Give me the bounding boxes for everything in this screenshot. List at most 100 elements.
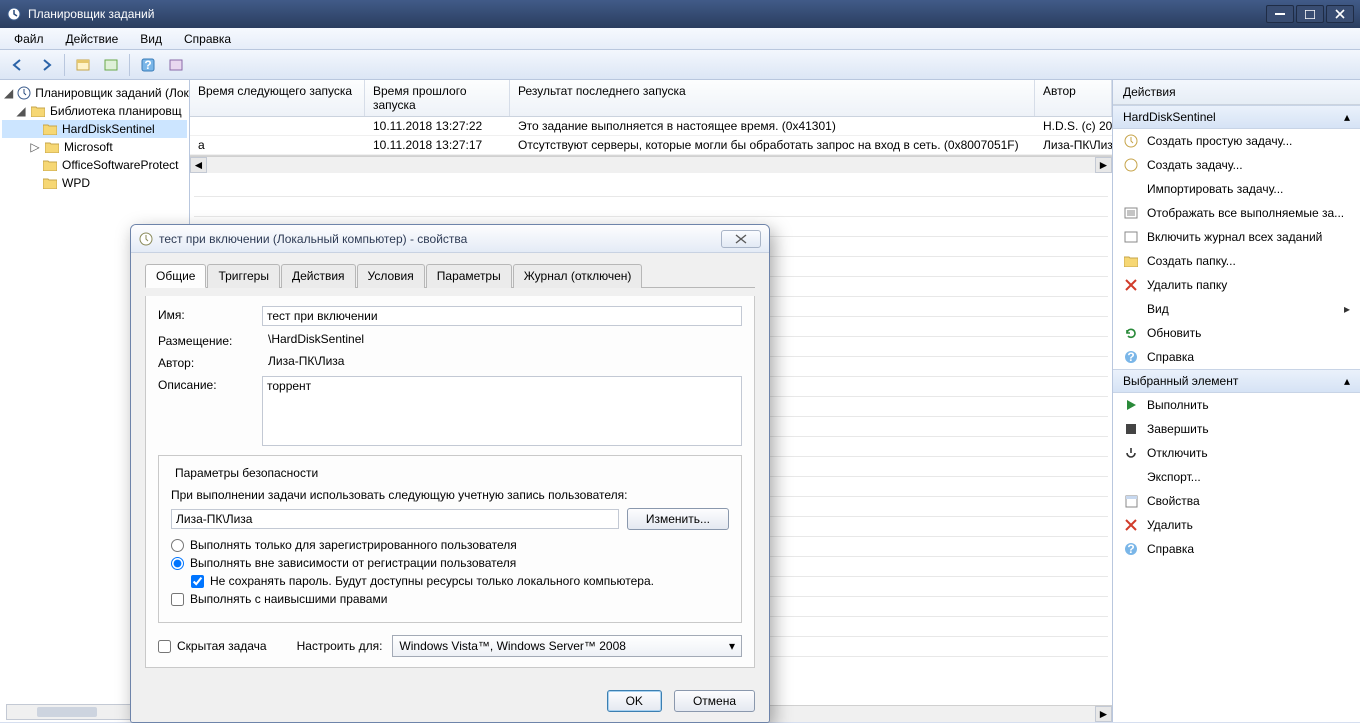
change-user-button[interactable]: Изменить... [627, 508, 729, 530]
name-input[interactable] [262, 306, 742, 326]
action-refresh[interactable]: Обновить [1113, 321, 1360, 345]
grid-hscrollbar[interactable]: ◄ ► [190, 156, 1112, 173]
tree-item-microsoft[interactable]: ▷ Microsoft [2, 138, 187, 156]
blank-icon [1123, 181, 1139, 197]
dialog-tabs: Общие Триггеры Действия Условия Параметр… [145, 263, 755, 288]
grid-header: Время следующего запуска Время прошлого … [190, 80, 1112, 117]
table-row[interactable]: a 10.11.2018 13:27:17 Отсутствуют сервер… [190, 136, 1112, 155]
delete-icon [1123, 277, 1139, 293]
table-row[interactable]: 10.11.2018 13:27:22 Это задание выполняе… [190, 117, 1112, 136]
properties-icon [1123, 493, 1139, 509]
collapse-icon: ▴ [1344, 374, 1350, 388]
tab-settings[interactable]: Параметры [426, 264, 512, 288]
folder-icon [44, 139, 60, 155]
help-button[interactable]: ? [136, 53, 160, 77]
col-result[interactable]: Результат последнего запуска [510, 80, 1035, 116]
svg-text:?: ? [1127, 542, 1134, 556]
window-titlebar: Планировщик заданий [0, 0, 1360, 28]
folder-icon [42, 121, 58, 137]
col-author[interactable]: Автор [1035, 80, 1112, 116]
tree-root[interactable]: ◢ Планировщик заданий (Лок [2, 84, 187, 102]
task-grid: Время следующего запуска Время прошлого … [190, 80, 1112, 156]
action-export[interactable]: Экспорт... [1113, 465, 1360, 489]
action-disable[interactable]: Отключить [1113, 441, 1360, 465]
label-name: Имя: [158, 306, 262, 322]
actions-header: Действия [1113, 80, 1360, 105]
menu-action[interactable]: Действие [58, 30, 127, 48]
label-location: Размещение: [158, 332, 268, 348]
tree-item-harddisksentinel[interactable]: HardDiskSentinel [2, 120, 187, 138]
action-new-folder[interactable]: Создать папку... [1113, 249, 1360, 273]
description-input[interactable] [262, 376, 742, 446]
blank-icon [1123, 301, 1139, 317]
configure-for-select[interactable]: Windows Vista™, Windows Server™ 2008 ▾ [392, 635, 742, 657]
ok-button[interactable]: OK [607, 690, 662, 712]
scroll-left-icon[interactable]: ◄ [190, 157, 207, 173]
tree-library[interactable]: ◢ Библиотека планировщ [2, 102, 187, 120]
tab-history[interactable]: Журнал (отключен) [513, 264, 643, 288]
menu-bar: Файл Действие Вид Справка [0, 28, 1360, 50]
action-create-basic-task[interactable]: Создать простую задачу... [1113, 129, 1360, 153]
folder-icon [30, 103, 46, 119]
toolbar: ? [0, 50, 1360, 80]
label-author: Автор: [158, 354, 268, 370]
tree-item-wpd[interactable]: WPD [2, 174, 187, 192]
dialog-close-button[interactable] [721, 230, 761, 248]
action-show-running[interactable]: Отображать все выполняемые за... [1113, 201, 1360, 225]
menu-file[interactable]: Файл [6, 30, 52, 48]
tab-conditions[interactable]: Условия [357, 264, 425, 288]
chevron-down-icon: ▾ [729, 639, 735, 653]
action-end[interactable]: Завершить [1113, 417, 1360, 441]
delete-icon [1123, 517, 1139, 533]
action-properties[interactable]: Свойства [1113, 489, 1360, 513]
tab-pane-general: Имя: Размещение: \HardDiskSentinel Автор… [145, 296, 755, 668]
window-title: Планировщик заданий [28, 7, 1266, 21]
scroll-right-icon[interactable]: ► [1095, 706, 1112, 722]
tab-general[interactable]: Общие [145, 264, 206, 288]
action-run[interactable]: Выполнить [1113, 393, 1360, 417]
menu-view[interactable]: Вид [132, 30, 170, 48]
maximize-button[interactable] [1296, 5, 1324, 23]
col-next-run[interactable]: Время следующего запуска [190, 80, 365, 116]
toolbar-icon-2[interactable] [99, 53, 123, 77]
actions-section-selected[interactable]: Выбранный элемент ▴ [1113, 369, 1360, 393]
toolbar-icon-1[interactable] [71, 53, 95, 77]
list-icon [1123, 205, 1139, 221]
submenu-arrow-icon: ▸ [1344, 302, 1350, 316]
tab-triggers[interactable]: Триггеры [207, 264, 280, 288]
col-last-run[interactable]: Время прошлого запуска [365, 80, 510, 116]
forward-button[interactable] [34, 53, 58, 77]
radio-logged-on[interactable]: Выполнять только для зарегистрированного… [171, 538, 729, 552]
dialog-title: тест при включении (Локальный компьютер)… [159, 232, 721, 246]
folder-icon [42, 157, 58, 173]
tree-item-officesoftware[interactable]: OfficeSoftwareProtect [2, 156, 187, 174]
scroll-right-icon[interactable]: ► [1095, 157, 1112, 173]
help-icon: ? [1123, 349, 1139, 365]
menu-help[interactable]: Справка [176, 30, 239, 48]
disable-icon [1123, 445, 1139, 461]
check-hidden[interactable]: Скрытая задача [158, 639, 267, 653]
action-help[interactable]: ?Справка [1113, 345, 1360, 369]
action-view[interactable]: Вид▸ [1113, 297, 1360, 321]
minimize-button[interactable] [1266, 5, 1294, 23]
check-no-password[interactable]: Не сохранять пароль. Будут доступны ресу… [191, 574, 729, 588]
action-create-task[interactable]: Создать задачу... [1113, 153, 1360, 177]
tab-actions[interactable]: Действия [281, 264, 356, 288]
wizard-icon [1123, 133, 1139, 149]
check-highest-priv[interactable]: Выполнять с наивысшими правами [171, 592, 729, 606]
action-import-task[interactable]: Импортировать задачу... [1113, 177, 1360, 201]
help-icon: ? [1123, 541, 1139, 557]
dialog-titlebar: тест при включении (Локальный компьютер)… [131, 225, 769, 253]
action-help-2[interactable]: ?Справка [1113, 537, 1360, 561]
back-button[interactable] [6, 53, 30, 77]
actions-section-context[interactable]: HardDiskSentinel ▴ [1113, 105, 1360, 129]
toolbar-icon-3[interactable] [164, 53, 188, 77]
cancel-button[interactable]: Отмена [674, 690, 755, 712]
folder-new-icon [1123, 253, 1139, 269]
action-delete[interactable]: Удалить [1113, 513, 1360, 537]
play-icon [1123, 397, 1139, 413]
close-button[interactable] [1326, 5, 1354, 23]
radio-whether-logged[interactable]: Выполнять вне зависимости от регистрации… [171, 556, 729, 570]
action-delete-folder[interactable]: Удалить папку [1113, 273, 1360, 297]
action-enable-history[interactable]: Включить журнал всех заданий [1113, 225, 1360, 249]
